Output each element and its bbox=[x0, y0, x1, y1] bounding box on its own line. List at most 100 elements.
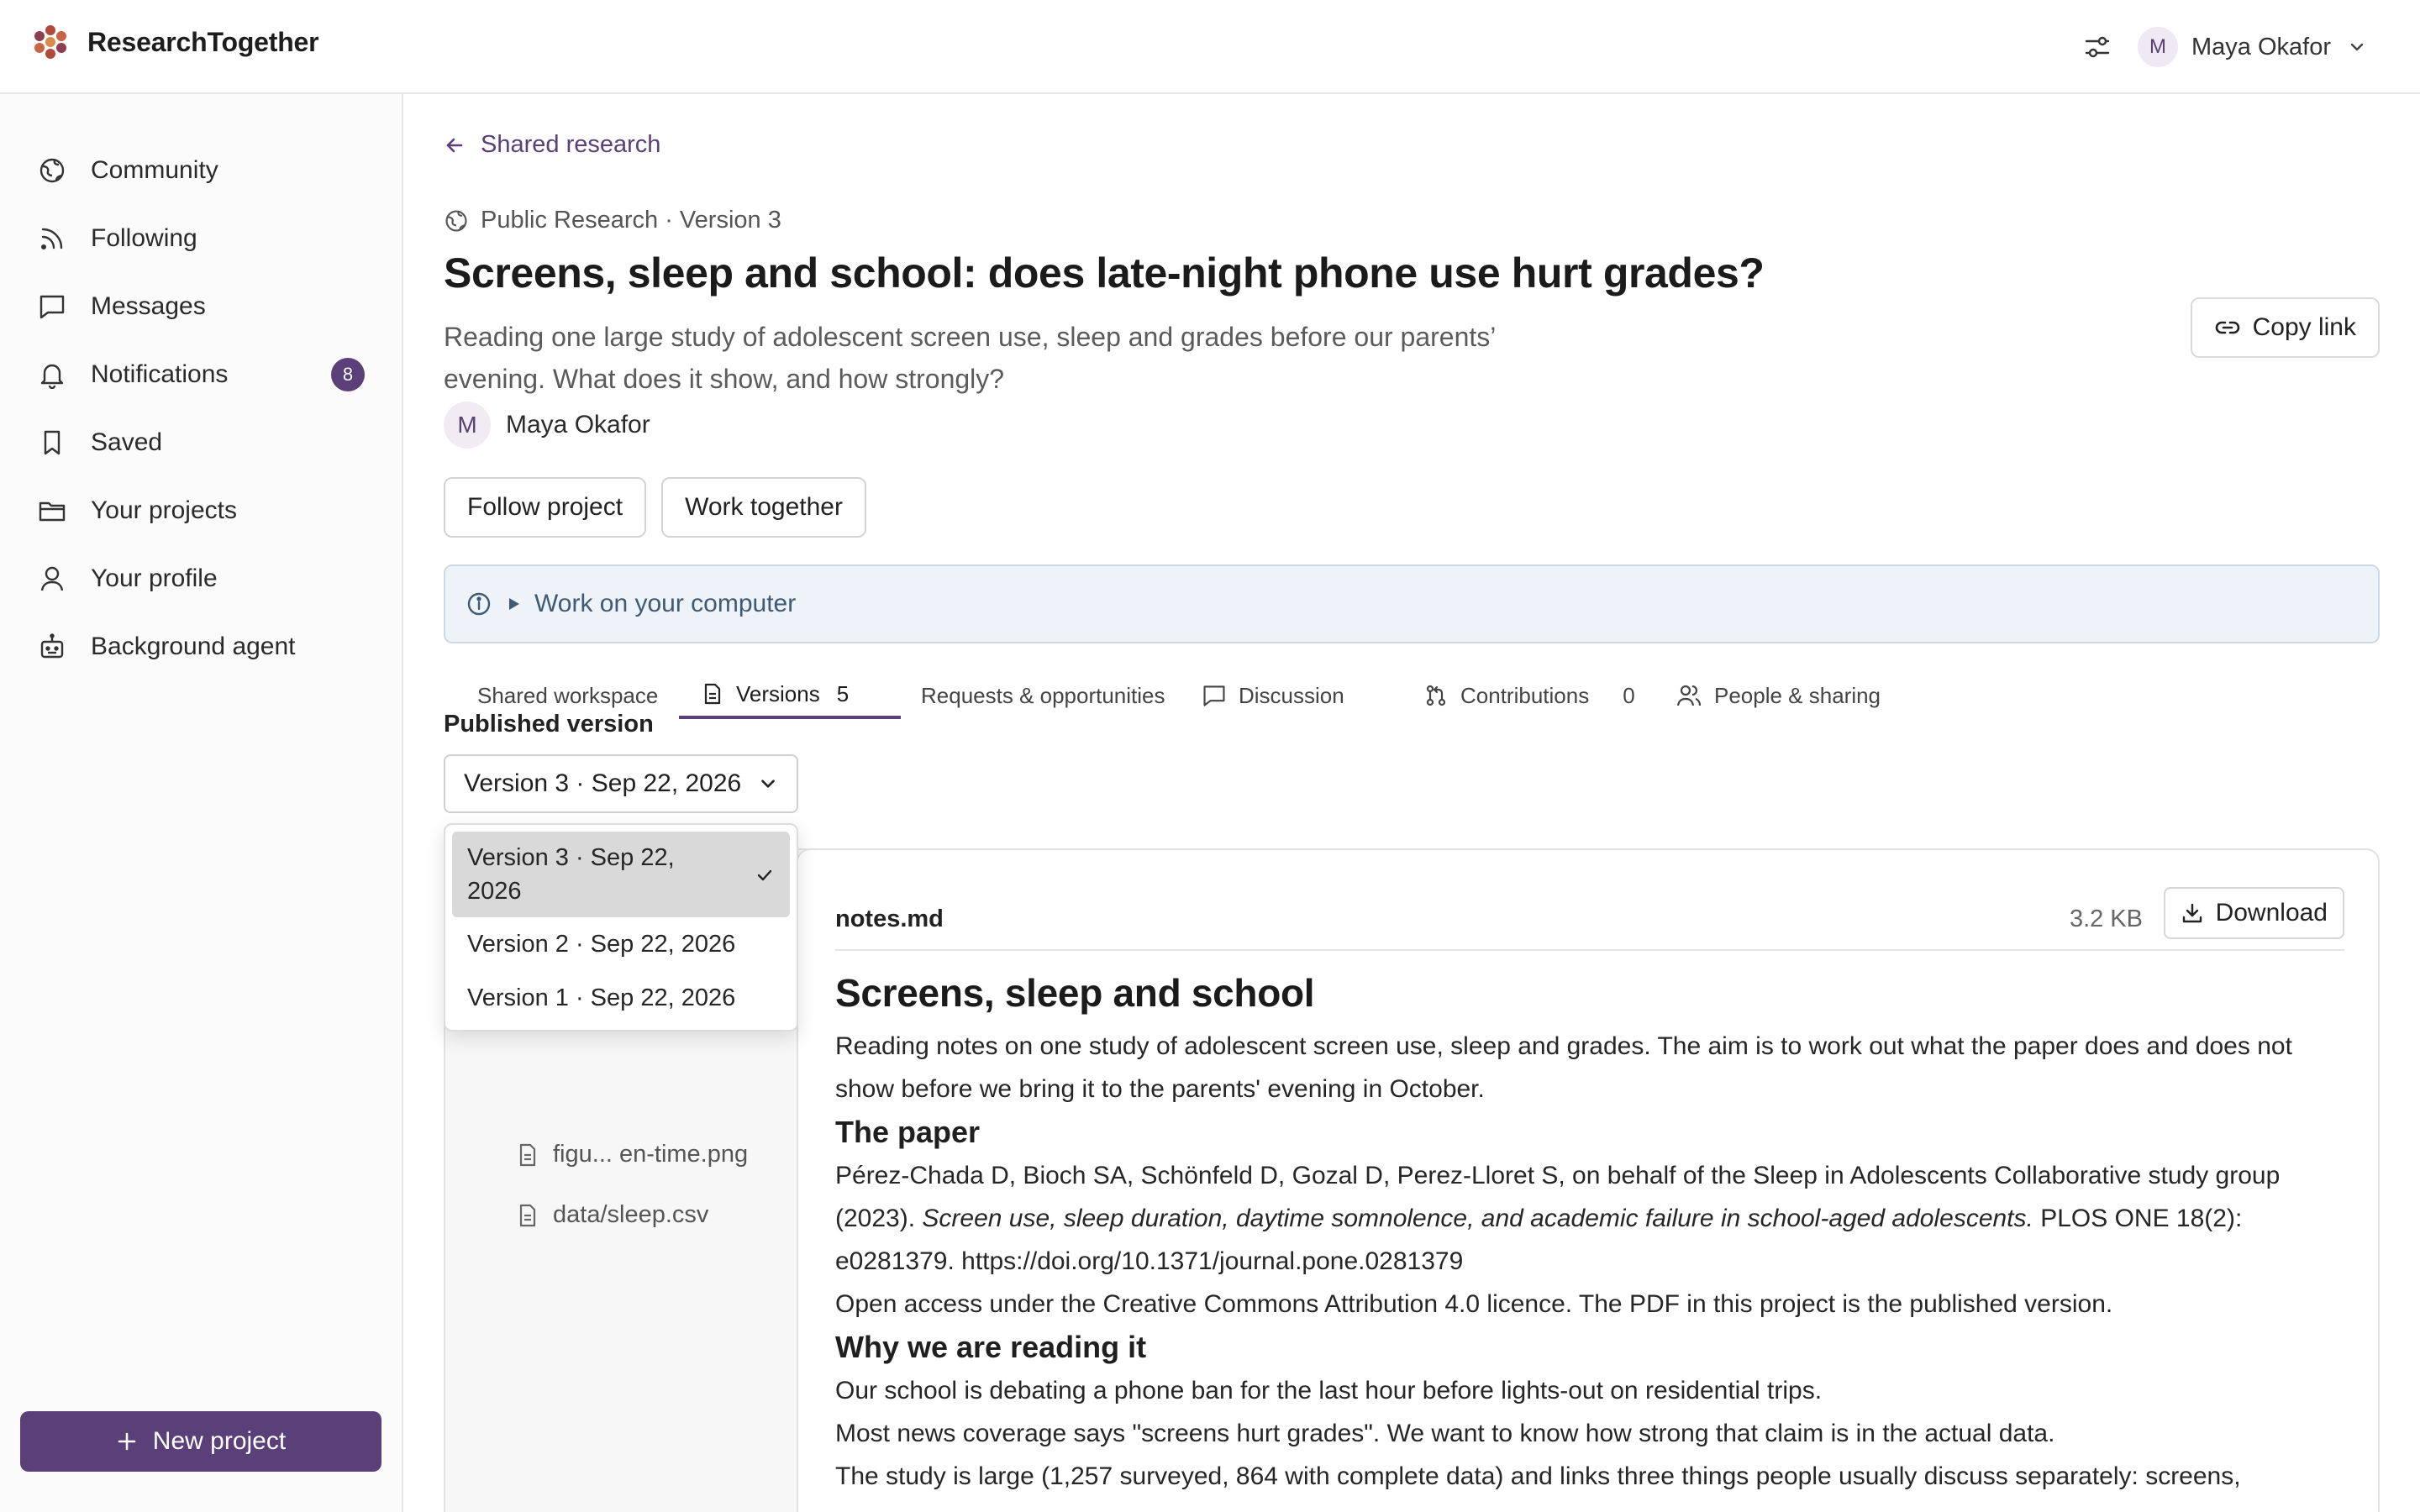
robot-icon bbox=[37, 632, 67, 662]
version-option[interactable]: Version 1 · Sep 22, 2026 bbox=[452, 971, 790, 1025]
file-size: 3.2 KB bbox=[2069, 906, 2143, 932]
tab-versions[interactable]: Versions 5 bbox=[679, 672, 901, 719]
user-icon bbox=[37, 564, 67, 594]
page-title: Screens, sleep and school: does late-nig… bbox=[444, 249, 1765, 297]
file-tree-item[interactable]: data/sleep.csv bbox=[516, 1201, 708, 1229]
sidebar-item-messages[interactable]: Messages bbox=[0, 272, 402, 340]
sidebar-item-notifications[interactable]: Notifications 8 bbox=[0, 340, 402, 408]
file-icon bbox=[519, 1204, 536, 1226]
tab-label: Versions bbox=[736, 680, 820, 706]
top-bar: ResearchTogether M Maya Okafor bbox=[0, 0, 2420, 94]
plus-icon bbox=[118, 1432, 136, 1451]
sidebar-item-label: Following bbox=[91, 223, 197, 252]
copy-link-button[interactable]: Copy link bbox=[2190, 297, 2380, 358]
message-icon bbox=[1203, 685, 1225, 706]
info-banner-text: Work on your computer bbox=[534, 590, 797, 617]
folder-icon bbox=[37, 496, 67, 526]
file-tree-item[interactable]: figu... en-time.png bbox=[516, 1141, 748, 1168]
logo-icon bbox=[34, 24, 67, 60]
file-name: notes.md bbox=[835, 906, 944, 932]
tab-label: Requests & opportunities bbox=[921, 682, 1165, 708]
tab-discussion[interactable]: Discussion bbox=[1202, 672, 1344, 719]
info-banner[interactable]: Work on your computer bbox=[444, 564, 2380, 643]
avatar: M bbox=[2138, 27, 2178, 67]
version-select-value: Version 3 · Sep 22, 2026 bbox=[464, 769, 742, 797]
download-button[interactable]: Download bbox=[2163, 887, 2344, 939]
doc-paragraph: Most news coverage says "screens hurt gr… bbox=[835, 1420, 2055, 1447]
sidebar-item-your-profile[interactable]: Your profile bbox=[0, 544, 402, 612]
tab-bar: Shared workspace Versions 5 Requests & o… bbox=[444, 672, 2380, 721]
back-link[interactable]: Shared research bbox=[444, 131, 660, 159]
app-name: ResearchTogether bbox=[87, 26, 319, 57]
sliders-icon bbox=[2085, 36, 2110, 58]
brand[interactable]: ResearchTogether bbox=[34, 24, 319, 60]
sidebar-item-your-projects[interactable]: Your projects bbox=[0, 476, 402, 544]
tab-people-sharing[interactable]: People & sharing bbox=[1676, 672, 1881, 719]
author[interactable]: M Maya Okafor bbox=[444, 402, 650, 449]
tab-label: Discussion bbox=[1239, 682, 1344, 708]
markdown-document: Screens, sleep and school Reading notes … bbox=[835, 968, 2344, 1498]
tab-requests-opportunities[interactable]: Requests & opportunities bbox=[921, 672, 1165, 719]
tab-label: Contributions bbox=[1460, 682, 1590, 708]
doc-citation: Pérez-Chada D, Bioch SA, Schönfeld D, Go… bbox=[835, 1154, 2344, 1283]
link-icon bbox=[2215, 321, 2239, 334]
chevron-down-icon bbox=[761, 780, 775, 788]
main-content: Shared research Public Research · Versio… bbox=[444, 94, 2380, 1512]
author-name: Maya Okafor bbox=[506, 411, 650, 438]
version-select[interactable]: Version 3 · Sep 22, 2026 bbox=[444, 754, 798, 813]
project-meta: Public Research · Version 3 bbox=[444, 207, 781, 234]
file-tree-item-label: figu... en-time.png bbox=[553, 1141, 749, 1168]
new-project-button[interactable]: New project bbox=[20, 1411, 381, 1472]
file-tree-item-label: data/sleep.csv bbox=[553, 1201, 709, 1228]
check-icon bbox=[757, 869, 772, 881]
file-icon bbox=[519, 1143, 536, 1166]
sidebar-item-label: Notifications bbox=[91, 360, 229, 388]
version-option-label: Version 1 · Sep 22, 2026 bbox=[467, 984, 736, 1011]
tab-count: 0 bbox=[1623, 682, 1635, 708]
sidebar-item-label: Messages bbox=[91, 291, 206, 320]
sidebar-item-saved[interactable]: Saved bbox=[0, 408, 402, 476]
doc-paragraph: Our school is debating a phone ban for t… bbox=[835, 1377, 1823, 1404]
version-option-label: Version 3 · Sep 22, 2026 bbox=[467, 844, 675, 905]
arrow-left-icon bbox=[446, 138, 463, 152]
doc-subheading: The paper bbox=[835, 1115, 981, 1149]
globe-icon bbox=[445, 209, 467, 232]
message-icon bbox=[37, 291, 67, 322]
version-option[interactable]: Version 3 · Sep 22, 2026 bbox=[452, 832, 790, 917]
file-viewer: notes.md 3.2 KB Download Screens, sleep … bbox=[797, 848, 2380, 1512]
sidebar-item-community[interactable]: Community bbox=[0, 136, 402, 204]
tab-contributions[interactable]: Contributions 0 bbox=[1423, 672, 1635, 719]
version-dropdown-menu: Version 3 · Sep 22, 2026 Version 2 · Sep… bbox=[444, 823, 798, 1032]
new-project-label: New project bbox=[152, 1427, 287, 1455]
rss-icon bbox=[37, 223, 67, 254]
sidebar: Community Following Messages Notificatio… bbox=[0, 94, 403, 1512]
version-option[interactable]: Version 2 · Sep 22, 2026 bbox=[452, 917, 790, 971]
sidebar-item-label: Your projects bbox=[91, 496, 237, 524]
download-label: Download bbox=[2215, 899, 2328, 927]
doc-paragraph: The study is large (1,257 surveyed, 864 … bbox=[835, 1462, 2241, 1490]
file-icon bbox=[704, 683, 721, 705]
people-icon bbox=[1676, 685, 1702, 706]
sidebar-item-background-agent[interactable]: Background agent bbox=[0, 612, 402, 680]
tab-label: Shared workspace bbox=[477, 682, 659, 708]
back-link-label: Shared research bbox=[481, 131, 661, 158]
tab-count: 5 bbox=[836, 680, 850, 706]
work-together-button[interactable]: Work together bbox=[661, 477, 866, 538]
sidebar-item-label: Community bbox=[91, 155, 218, 184]
doc-paragraph: Reading notes on one study of adolescent… bbox=[835, 1032, 2292, 1103]
doc-subheading: Why we are reading it bbox=[835, 1330, 1147, 1364]
sidebar-item-label: Background agent bbox=[91, 632, 296, 660]
copy-link-label: Copy link bbox=[2252, 313, 2356, 341]
user-name: Maya Okafor bbox=[2191, 33, 2331, 60]
user-menu[interactable]: M Maya Okafor bbox=[2138, 24, 2366, 71]
sidebar-item-label: Saved bbox=[91, 428, 163, 456]
sidebar-item-following[interactable]: Following bbox=[0, 204, 402, 272]
download-icon bbox=[2182, 903, 2202, 923]
sidebar-item-label: Your profile bbox=[91, 564, 218, 592]
follow-project-button[interactable]: Follow project bbox=[444, 477, 647, 538]
published-version-label: Published version bbox=[444, 711, 654, 738]
project-meta-text: Public Research · Version 3 bbox=[481, 207, 781, 234]
tab-label: People & sharing bbox=[1714, 682, 1881, 708]
settings-sliders-button[interactable] bbox=[2074, 24, 2121, 71]
bell-icon bbox=[37, 360, 67, 390]
